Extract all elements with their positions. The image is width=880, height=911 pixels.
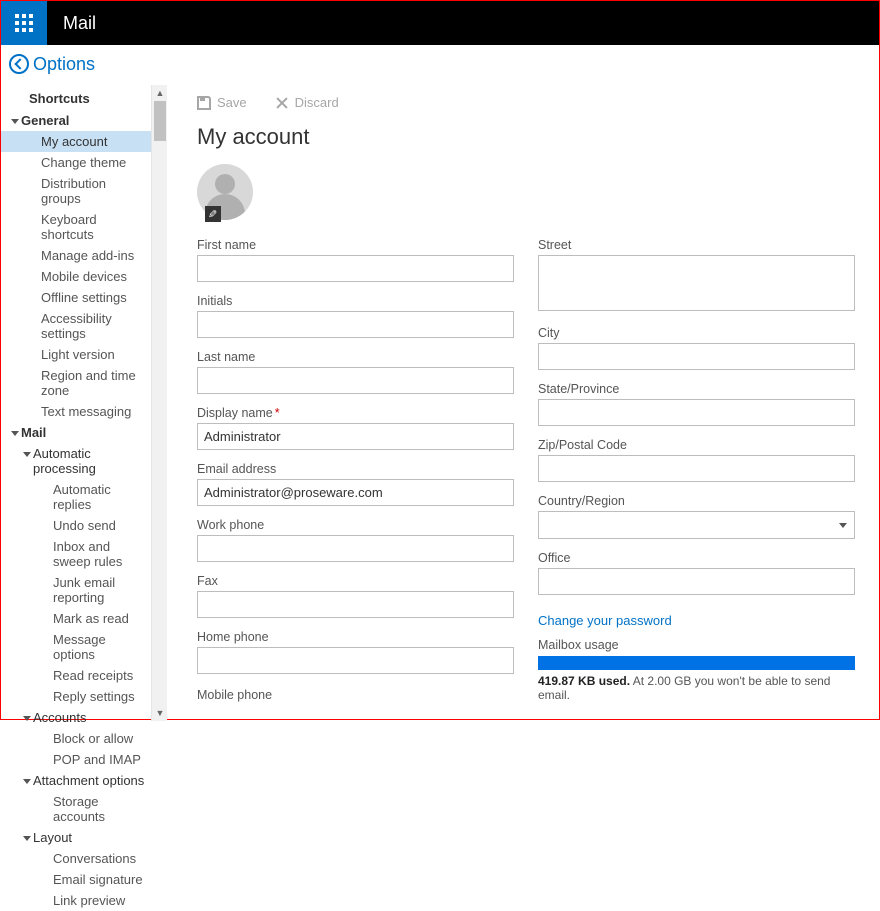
mailbox-usage-text: 419.87 KB used. At 2.00 GB you won't be … — [538, 674, 855, 702]
initials-label: Initials — [197, 294, 514, 308]
fax-field[interactable] — [197, 591, 514, 618]
nav-message-options[interactable]: Message options — [1, 629, 151, 665]
scroll-down-icon[interactable]: ▼ — [152, 705, 168, 721]
nav-change-theme[interactable]: Change theme — [1, 152, 151, 173]
discard-button[interactable]: Discard — [275, 95, 339, 110]
nav-attachment-options[interactable]: Attachment options — [1, 770, 151, 791]
form-right-column: Street City State/Province Zip/Postal Co… — [538, 238, 855, 714]
work-phone-field[interactable] — [197, 535, 514, 562]
mailbox-usage-label: Mailbox usage — [538, 638, 855, 652]
nav-general[interactable]: General — [1, 110, 151, 131]
nav-undo-send[interactable]: Undo send — [1, 515, 151, 536]
mobile-phone-label: Mobile phone — [197, 688, 514, 702]
mailbox-usage-bar — [538, 656, 855, 670]
nav-distribution-groups[interactable]: Distribution groups — [1, 173, 151, 209]
last-name-label: Last name — [197, 350, 514, 364]
scroll-thumb[interactable] — [154, 101, 166, 141]
options-label[interactable]: Options — [33, 54, 95, 75]
nav-region-time[interactable]: Region and time zone — [1, 365, 151, 401]
nav-inbox-sweep[interactable]: Inbox and sweep rules — [1, 536, 151, 572]
save-button[interactable]: Save — [197, 95, 247, 110]
save-label: Save — [217, 95, 247, 110]
city-field[interactable] — [538, 343, 855, 370]
nav-keyboard-shortcuts[interactable]: Keyboard shortcuts — [1, 209, 151, 245]
change-password-link[interactable]: Change your password — [538, 613, 672, 628]
nav-text-messaging[interactable]: Text messaging — [1, 401, 151, 422]
waffle-icon — [15, 14, 33, 32]
nav-accessibility[interactable]: Accessibility settings — [1, 308, 151, 344]
work-phone-label: Work phone — [197, 518, 514, 532]
nav-offline-settings[interactable]: Offline settings — [1, 287, 151, 308]
nav-storage-accounts[interactable]: Storage accounts — [1, 791, 151, 827]
nav-block-allow[interactable]: Block or allow — [1, 728, 151, 749]
nav-layout[interactable]: Layout — [1, 827, 151, 848]
home-phone-label: Home phone — [197, 630, 514, 644]
nav-light-version[interactable]: Light version — [1, 344, 151, 365]
display-name-label: Display name* — [197, 406, 514, 420]
home-phone-field[interactable] — [197, 647, 514, 674]
fax-label: Fax — [197, 574, 514, 588]
avatar-edit-icon[interactable] — [205, 206, 221, 222]
scroll-up-icon[interactable]: ▲ — [152, 85, 168, 101]
state-label: State/Province — [538, 382, 855, 396]
country-select[interactable] — [538, 511, 855, 539]
back-icon[interactable] — [9, 54, 29, 74]
nav-manage-addins[interactable]: Manage add-ins — [1, 245, 151, 266]
initials-field[interactable] — [197, 311, 514, 338]
first-name-field[interactable] — [197, 255, 514, 282]
page-title: My account — [197, 124, 855, 150]
nav-pop-imap[interactable]: POP and IMAP — [1, 749, 151, 770]
nav-shortcuts[interactable]: Shortcuts — [1, 87, 151, 110]
first-name-label: First name — [197, 238, 514, 252]
nav-junk-reporting[interactable]: Junk email reporting — [1, 572, 151, 608]
options-header: Options — [1, 45, 879, 83]
email-field[interactable] — [197, 479, 514, 506]
content: Save Discard My account First name Initi… — [167, 83, 879, 719]
office-label: Office — [538, 551, 855, 565]
app-launcher-button[interactable] — [1, 1, 47, 45]
country-label: Country/Region — [538, 494, 855, 508]
state-field[interactable] — [538, 399, 855, 426]
email-label: Email address — [197, 462, 514, 476]
display-name-field[interactable] — [197, 423, 514, 450]
nav-link-preview[interactable]: Link preview — [1, 890, 151, 911]
street-field[interactable] — [538, 255, 855, 311]
topbar: Mail — [1, 1, 879, 45]
zip-label: Zip/Postal Code — [538, 438, 855, 452]
nav-automatic-processing[interactable]: Automatic processing — [1, 443, 151, 479]
nav-my-account[interactable]: My account — [1, 131, 151, 152]
form-left-column: First name Initials Last name Display na… — [197, 238, 514, 714]
nav-mail[interactable]: Mail — [1, 422, 151, 443]
street-label: Street — [538, 238, 855, 252]
nav-automatic-replies[interactable]: Automatic replies — [1, 479, 151, 515]
nav-mobile-devices[interactable]: Mobile devices — [1, 266, 151, 287]
nav-scrollbar[interactable]: ▲ ▼ — [151, 85, 167, 721]
discard-label: Discard — [295, 95, 339, 110]
office-field[interactable] — [538, 568, 855, 595]
app-title: Mail — [47, 1, 112, 45]
avatar[interactable] — [197, 164, 253, 220]
nav-email-signature[interactable]: Email signature — [1, 869, 151, 890]
nav-reply-settings[interactable]: Reply settings — [1, 686, 151, 707]
nav-accounts[interactable]: Accounts — [1, 707, 151, 728]
discard-icon — [275, 96, 289, 110]
toolbar: Save Discard — [197, 89, 855, 124]
last-name-field[interactable] — [197, 367, 514, 394]
nav-conversations[interactable]: Conversations — [1, 848, 151, 869]
nav-read-receipts[interactable]: Read receipts — [1, 665, 151, 686]
city-label: City — [538, 326, 855, 340]
save-icon — [197, 96, 211, 110]
nav-mark-as-read[interactable]: Mark as read — [1, 608, 151, 629]
options-nav: Shortcuts General My account Change them… — [1, 83, 167, 719]
zip-field[interactable] — [538, 455, 855, 482]
